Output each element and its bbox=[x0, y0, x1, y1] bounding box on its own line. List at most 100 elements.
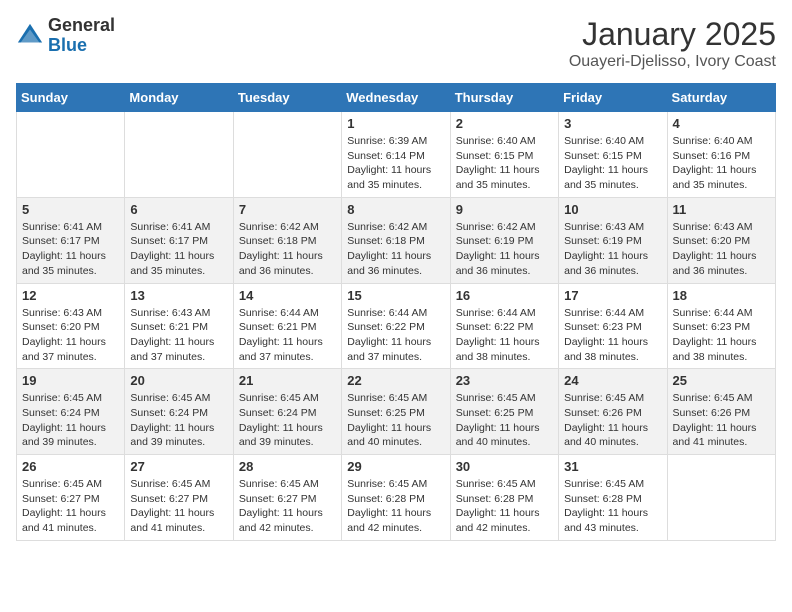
calendar-cell: 28 Sunrise: 6:45 AMSunset: 6:27 PMDayligh… bbox=[233, 455, 341, 541]
calendar-cell: 11 Sunrise: 6:43 AMSunset: 6:20 PMDayligh… bbox=[667, 197, 775, 283]
weekday-header-friday: Friday bbox=[559, 84, 667, 112]
day-number: 9 bbox=[456, 202, 553, 217]
day-info: Sunrise: 6:45 AMSunset: 6:26 PMDaylight:… bbox=[673, 391, 770, 450]
calendar-week-row: 5 Sunrise: 6:41 AMSunset: 6:17 PMDaylight… bbox=[17, 197, 776, 283]
weekday-header-wednesday: Wednesday bbox=[342, 84, 450, 112]
calendar-table: SundayMondayTuesdayWednesdayThursdayFrid… bbox=[16, 83, 776, 541]
calendar-cell: 2 Sunrise: 6:40 AMSunset: 6:15 PMDaylight… bbox=[450, 112, 558, 198]
day-number: 24 bbox=[564, 373, 661, 388]
calendar-cell: 18 Sunrise: 6:44 AMSunset: 6:23 PMDayligh… bbox=[667, 283, 775, 369]
calendar-cell: 29 Sunrise: 6:45 AMSunset: 6:28 PMDayligh… bbox=[342, 455, 450, 541]
day-number: 20 bbox=[130, 373, 227, 388]
day-info: Sunrise: 6:43 AMSunset: 6:19 PMDaylight:… bbox=[564, 220, 661, 279]
day-number: 30 bbox=[456, 459, 553, 474]
day-info: Sunrise: 6:45 AMSunset: 6:28 PMDaylight:… bbox=[347, 477, 444, 536]
day-info: Sunrise: 6:44 AMSunset: 6:22 PMDaylight:… bbox=[456, 306, 553, 365]
day-number: 4 bbox=[673, 116, 770, 131]
main-title: January 2025 bbox=[569, 16, 776, 53]
day-number: 15 bbox=[347, 288, 444, 303]
day-number: 2 bbox=[456, 116, 553, 131]
logo: General Blue bbox=[16, 16, 115, 56]
calendar-cell: 12 Sunrise: 6:43 AMSunset: 6:20 PMDayligh… bbox=[17, 283, 125, 369]
logo-blue-text: Blue bbox=[48, 36, 115, 56]
day-info: Sunrise: 6:40 AMSunset: 6:15 PMDaylight:… bbox=[456, 134, 553, 193]
calendar-cell: 30 Sunrise: 6:45 AMSunset: 6:28 PMDayligh… bbox=[450, 455, 558, 541]
day-number: 29 bbox=[347, 459, 444, 474]
day-info: Sunrise: 6:44 AMSunset: 6:22 PMDaylight:… bbox=[347, 306, 444, 365]
day-number: 12 bbox=[22, 288, 119, 303]
calendar-cell: 17Sunrise: 6:44 AMSunset: 6:23 PMDayligh… bbox=[559, 283, 667, 369]
calendar-cell: 27 Sunrise: 6:45 AMSunset: 6:27 PMDayligh… bbox=[125, 455, 233, 541]
calendar-cell: 26 Sunrise: 6:45 AMSunset: 6:27 PMDayligh… bbox=[17, 455, 125, 541]
day-info: Sunrise: 6:44 AMSunset: 6:23 PMDaylight:… bbox=[564, 306, 661, 365]
day-info: Sunrise: 6:45 AMSunset: 6:24 PMDaylight:… bbox=[239, 391, 336, 450]
calendar-week-row: 26 Sunrise: 6:45 AMSunset: 6:27 PMDayligh… bbox=[17, 455, 776, 541]
weekday-header-row: SundayMondayTuesdayWednesdayThursdayFrid… bbox=[17, 84, 776, 112]
day-number: 16 bbox=[456, 288, 553, 303]
day-info: Sunrise: 6:44 AMSunset: 6:23 PMDaylight:… bbox=[673, 306, 770, 365]
calendar-cell: 7Sunrise: 6:42 AMSunset: 6:18 PMDaylight… bbox=[233, 197, 341, 283]
calendar-cell: 20 Sunrise: 6:45 AMSunset: 6:24 PMDayligh… bbox=[125, 369, 233, 455]
day-info: Sunrise: 6:45 AMSunset: 6:26 PMDaylight:… bbox=[564, 391, 661, 450]
calendar-cell: 23 Sunrise: 6:45 AMSunset: 6:25 PMDayligh… bbox=[450, 369, 558, 455]
page-header: General Blue January 2025 Ouayeri-Djelis… bbox=[16, 16, 776, 71]
logo-icon bbox=[16, 22, 44, 50]
calendar-cell: 16 Sunrise: 6:44 AMSunset: 6:22 PMDayligh… bbox=[450, 283, 558, 369]
calendar-week-row: 1 Sunrise: 6:39 AMSunset: 6:14 PMDaylight… bbox=[17, 112, 776, 198]
calendar-cell bbox=[667, 455, 775, 541]
title-block: January 2025 Ouayeri-Djelisso, Ivory Coa… bbox=[569, 16, 776, 71]
calendar-cell bbox=[233, 112, 341, 198]
day-number: 21 bbox=[239, 373, 336, 388]
calendar-cell: 22Sunrise: 6:45 AMSunset: 6:25 PMDayligh… bbox=[342, 369, 450, 455]
day-number: 5 bbox=[22, 202, 119, 217]
day-number: 14 bbox=[239, 288, 336, 303]
day-info: Sunrise: 6:42 AMSunset: 6:18 PMDaylight:… bbox=[239, 220, 336, 279]
day-number: 19 bbox=[22, 373, 119, 388]
day-number: 31 bbox=[564, 459, 661, 474]
calendar-cell: 25Sunrise: 6:45 AMSunset: 6:26 PMDayligh… bbox=[667, 369, 775, 455]
calendar-cell bbox=[17, 112, 125, 198]
calendar-cell: 24 Sunrise: 6:45 AMSunset: 6:26 PMDayligh… bbox=[559, 369, 667, 455]
day-number: 1 bbox=[347, 116, 444, 131]
day-info: Sunrise: 6:44 AMSunset: 6:21 PMDaylight:… bbox=[239, 306, 336, 365]
day-info: Sunrise: 6:45 AMSunset: 6:25 PMDaylight:… bbox=[456, 391, 553, 450]
day-number: 28 bbox=[239, 459, 336, 474]
day-info: Sunrise: 6:43 AMSunset: 6:20 PMDaylight:… bbox=[673, 220, 770, 279]
calendar-cell: 10 Sunrise: 6:43 AMSunset: 6:19 PMDayligh… bbox=[559, 197, 667, 283]
day-number: 3 bbox=[564, 116, 661, 131]
calendar-cell: 1 Sunrise: 6:39 AMSunset: 6:14 PMDaylight… bbox=[342, 112, 450, 198]
weekday-header-monday: Monday bbox=[125, 84, 233, 112]
day-info: Sunrise: 6:39 AMSunset: 6:14 PMDaylight:… bbox=[347, 134, 444, 193]
day-number: 26 bbox=[22, 459, 119, 474]
day-info: Sunrise: 6:41 AMSunset: 6:17 PMDaylight:… bbox=[130, 220, 227, 279]
day-info: Sunrise: 6:45 AMSunset: 6:27 PMDaylight:… bbox=[130, 477, 227, 536]
day-info: Sunrise: 6:45 AMSunset: 6:24 PMDaylight:… bbox=[130, 391, 227, 450]
day-number: 23 bbox=[456, 373, 553, 388]
calendar-week-row: 19 Sunrise: 6:45 AMSunset: 6:24 PMDayligh… bbox=[17, 369, 776, 455]
weekday-header-sunday: Sunday bbox=[17, 84, 125, 112]
calendar-week-row: 12 Sunrise: 6:43 AMSunset: 6:20 PMDayligh… bbox=[17, 283, 776, 369]
day-info: Sunrise: 6:45 AMSunset: 6:27 PMDaylight:… bbox=[22, 477, 119, 536]
calendar-cell: 5 Sunrise: 6:41 AMSunset: 6:17 PMDaylight… bbox=[17, 197, 125, 283]
day-number: 10 bbox=[564, 202, 661, 217]
day-number: 8 bbox=[347, 202, 444, 217]
weekday-header-saturday: Saturday bbox=[667, 84, 775, 112]
day-number: 18 bbox=[673, 288, 770, 303]
day-info: Sunrise: 6:41 AMSunset: 6:17 PMDaylight:… bbox=[22, 220, 119, 279]
day-number: 22 bbox=[347, 373, 444, 388]
day-info: Sunrise: 6:45 AMSunset: 6:24 PMDaylight:… bbox=[22, 391, 119, 450]
day-number: 11 bbox=[673, 202, 770, 217]
calendar-cell: 13Sunrise: 6:43 AMSunset: 6:21 PMDayligh… bbox=[125, 283, 233, 369]
day-info: Sunrise: 6:45 AMSunset: 6:27 PMDaylight:… bbox=[239, 477, 336, 536]
day-info: Sunrise: 6:43 AMSunset: 6:21 PMDaylight:… bbox=[130, 306, 227, 365]
weekday-header-thursday: Thursday bbox=[450, 84, 558, 112]
day-info: Sunrise: 6:43 AMSunset: 6:20 PMDaylight:… bbox=[22, 306, 119, 365]
calendar-cell: 19 Sunrise: 6:45 AMSunset: 6:24 PMDayligh… bbox=[17, 369, 125, 455]
day-number: 27 bbox=[130, 459, 227, 474]
calendar-cell: 31Sunrise: 6:45 AMSunset: 6:28 PMDayligh… bbox=[559, 455, 667, 541]
calendar-cell: 3Sunrise: 6:40 AMSunset: 6:15 PMDaylight… bbox=[559, 112, 667, 198]
calendar-cell: 21 Sunrise: 6:45 AMSunset: 6:24 PMDayligh… bbox=[233, 369, 341, 455]
day-number: 6 bbox=[130, 202, 227, 217]
day-info: Sunrise: 6:45 AMSunset: 6:28 PMDaylight:… bbox=[456, 477, 553, 536]
calendar-cell bbox=[125, 112, 233, 198]
